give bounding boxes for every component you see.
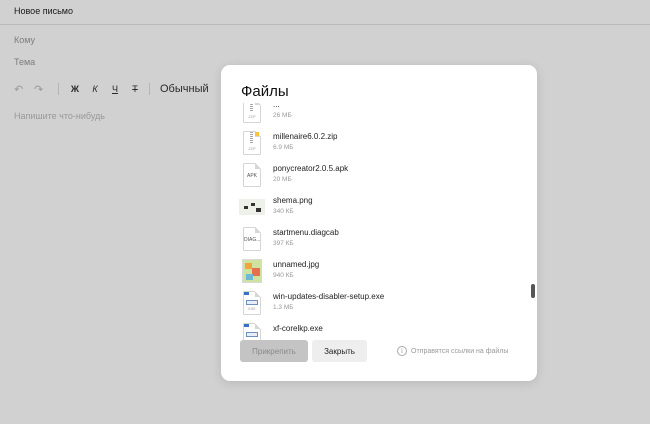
diagcab-icon: DIAG... [239,227,265,251]
attach-button[interactable]: Прикрепить [240,340,308,362]
file-name: unnamed.jpg [273,260,320,269]
file-item[interactable]: DIAG... startmenu.diagcab 397 КБ [239,225,509,253]
file-name: shema.png [273,196,313,205]
dialog-title: Файлы [241,83,289,100]
file-name: ... [273,103,280,109]
scrollbar-thumb[interactable] [531,284,535,298]
image-preview [239,259,265,283]
file-name: xf-corelkp.exe [273,324,323,333]
links-hint: i Отправятся ссылки на файлы [397,346,508,356]
hint-text: Отправятся ссылки на файлы [411,347,509,355]
close-button[interactable]: Закрыть [312,340,367,362]
file-item[interactable]: ZIP ... 26 МБ [239,103,509,125]
exe-icon: EXE [239,291,265,315]
zip-icon: ZIP [239,131,265,155]
image-preview [239,195,265,219]
file-size: 1.3 МБ [273,304,294,311]
file-item[interactable]: shema.png 340 КБ [239,193,509,221]
file-size: 940 КБ [273,272,294,279]
file-size: 397 КБ [273,240,294,247]
file-size: 340 КБ [273,208,294,215]
file-item[interactable]: ZIP millenaire6.0.2.zip 6.9 МБ [239,129,509,157]
file-name: win-updates-disabler-setup.exe [273,292,385,301]
file-item[interactable]: APK ponycreator2.0.5.apk 20 МБ [239,161,509,189]
file-item[interactable]: unnamed.jpg 940 КБ [239,257,509,285]
files-dialog: Файлы ZIP ... 26 МБ ZIP millenaire6.0.2.… [221,65,537,381]
file-size: 20 МБ [273,176,292,183]
apk-icon: APK [239,163,265,187]
file-list[interactable]: ZIP ... 26 МБ ZIP millenaire6.0.2.zip 6.… [239,103,519,359]
file-name: millenaire6.0.2.zip [273,132,338,141]
file-size: 26 МБ [273,112,292,119]
file-name: startmenu.diagcab [273,228,339,237]
zip-icon: ZIP [239,103,265,123]
info-icon: i [397,346,407,356]
file-item[interactable]: EXE win-updates-disabler-setup.exe 1.3 М… [239,289,509,317]
file-size: 6.9 МБ [273,144,294,151]
file-name: ponycreator2.0.5.apk [273,164,349,173]
